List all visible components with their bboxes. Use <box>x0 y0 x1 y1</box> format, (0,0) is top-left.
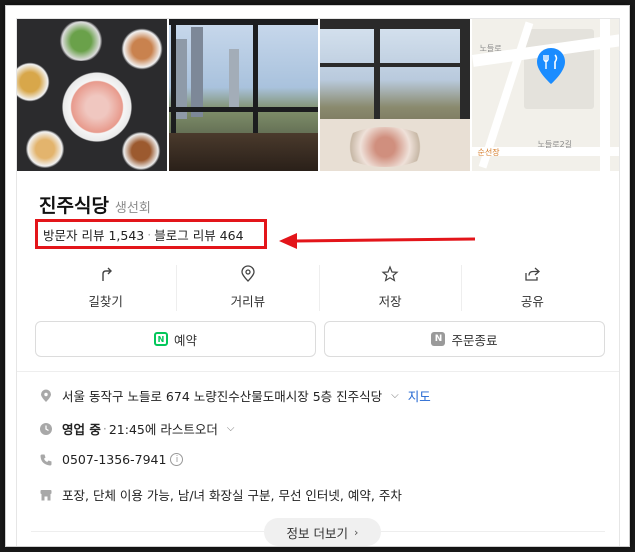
naver-order-icon: N <box>431 332 446 346</box>
place-header: 진주식당 생선회 <box>39 191 151 218</box>
review-counts-highlight: 방문자 리뷰 1,543 · 블로그 리뷰 464 <box>35 219 267 249</box>
chevron-right-icon: › <box>354 525 359 539</box>
photo-dining-table[interactable] <box>320 19 470 171</box>
hours-expand-chevron-icon[interactable]: ⌵ <box>227 423 235 434</box>
separator-dot: · <box>102 421 107 436</box>
reserve-button[interactable]: N 예약 <box>35 321 316 357</box>
more-info-button[interactable]: 정보 더보기 › <box>264 518 381 546</box>
order-label: 주문종료 <box>451 332 498 348</box>
share-icon <box>525 267 541 281</box>
save-button[interactable]: 저장 <box>320 265 462 311</box>
street-view-button[interactable]: 거리뷰 <box>177 265 320 311</box>
map-pin-icon <box>536 48 565 84</box>
section-divider <box>17 371 619 372</box>
share-label: 공유 <box>520 294 544 309</box>
location-pin-icon <box>241 265 255 282</box>
action-bar: 길찾기 거리뷰 저장 공유 <box>35 265 603 311</box>
red-arrow-annotation <box>279 233 476 249</box>
directions-label: 길찾기 <box>88 294 123 309</box>
screenshot-frame: 노들로 노들로2길 순선장 진주식당 생선회 방문자 리뷰 1,543 · 블로… <box>5 5 630 547</box>
blog-review-link[interactable]: 블로그 리뷰 464 <box>154 225 243 244</box>
map-link[interactable]: 지도 <box>408 386 431 405</box>
naver-booking-icon: N <box>153 332 168 346</box>
phone-row: 0507-1356-7941 i <box>39 452 184 467</box>
separator-dot: · <box>147 226 152 242</box>
booking-buttons: N 예약 N 주문종료 <box>35 321 605 357</box>
photo-food-platter[interactable] <box>17 19 167 171</box>
more-info-label: 정보 더보기 <box>286 525 349 541</box>
photo-window-view-1[interactable] <box>168 19 318 171</box>
address-text: 서울 동작구 노들로 674 노량진수산물도매시장 5층 진주식당 <box>62 389 383 404</box>
amenities-row: 포장, 단체 이용 가능, 남/녀 화장실 구분, 무선 인터넷, 예약, 주차 <box>39 485 402 504</box>
directions-icon <box>101 267 112 281</box>
hours-status: 영업 중 <box>62 422 101 437</box>
amenities-text: 포장, 단체 이용 가능, 남/녀 화장실 구분, 무선 인터넷, 예약, 주차 <box>62 488 402 503</box>
directions-button[interactable]: 길찾기 <box>35 265 178 311</box>
phone-number[interactable]: 0507-1356-7941 <box>62 452 166 467</box>
reserve-label: 예약 <box>173 332 197 348</box>
address-row: 서울 동작구 노들로 674 노량진수산물도매시장 5층 진주식당 ⌵ 지도 <box>39 386 431 405</box>
place-category: 생선회 <box>114 201 151 216</box>
photo-strip[interactable]: 노들로 노들로2길 순선장 <box>17 19 619 171</box>
hours-detail: 21:45에 라스트오더 <box>108 422 218 437</box>
phone-info-icon[interactable]: i <box>170 453 184 466</box>
map-road-label: 노들로2길 <box>537 140 573 149</box>
address-pin-icon <box>39 389 53 403</box>
place-name: 진주식당 <box>39 195 109 217</box>
share-button[interactable]: 공유 <box>462 265 603 311</box>
star-icon <box>381 265 399 282</box>
visitor-review-link[interactable]: 방문자 리뷰 1,543 <box>43 225 144 244</box>
place-card: 노들로 노들로2길 순선장 진주식당 생선회 방문자 리뷰 1,543 · 블로… <box>16 18 620 546</box>
location-mini-map[interactable]: 노들로 노들로2길 순선장 <box>471 19 619 171</box>
address-expand-chevron-icon[interactable]: ⌵ <box>391 390 399 401</box>
clock-icon <box>39 422 53 436</box>
save-label: 저장 <box>378 294 402 309</box>
hours-row[interactable]: 영업 중 · 21:45에 라스트오더 ⌵ <box>39 419 234 438</box>
phone-icon <box>39 453 53 467</box>
street-view-label: 거리뷰 <box>230 294 266 309</box>
map-road-label: 노들로 <box>479 44 502 53</box>
store-icon <box>39 488 53 502</box>
map-poi-label: 순선장 <box>477 148 500 157</box>
order-button[interactable]: N 주문종료 <box>324 321 605 357</box>
